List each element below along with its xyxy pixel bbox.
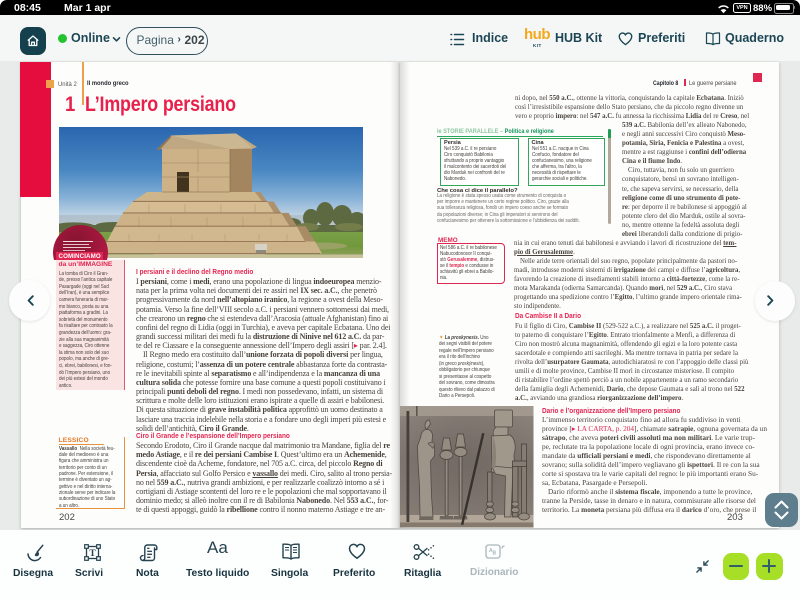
svg-text:B: B — [493, 550, 497, 556]
svg-text:T: T — [89, 549, 96, 559]
